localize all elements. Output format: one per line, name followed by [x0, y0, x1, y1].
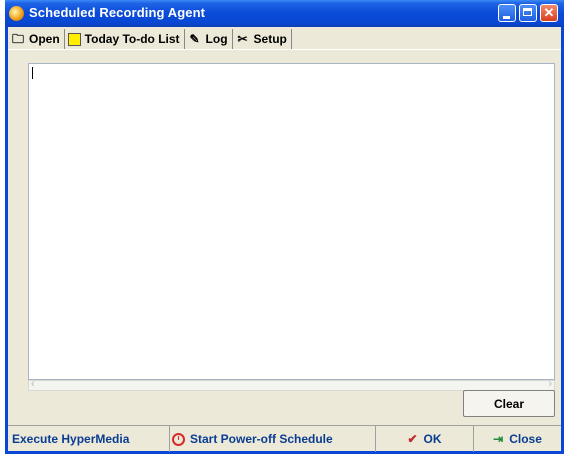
- tab-today-todo[interactable]: Today To-do List: [65, 29, 185, 49]
- log-textarea[interactable]: [28, 63, 555, 380]
- tools-icon: ✂: [237, 32, 248, 46]
- minimize-button[interactable]: [498, 4, 516, 22]
- power-off-label: Start Power-off Schedule: [190, 432, 333, 446]
- close-window-button[interactable]: ✕: [540, 4, 558, 22]
- app-icon: [9, 6, 24, 21]
- clock-icon: [172, 432, 185, 446]
- note-icon: [67, 32, 81, 46]
- tab-setup-label: Setup: [253, 32, 287, 46]
- title-bar[interactable]: Scheduled Recording Agent ✕: [5, 0, 564, 27]
- ok-button[interactable]: ✔ OK: [376, 426, 474, 452]
- exit-door-icon: ⇥: [493, 432, 504, 446]
- tab-open[interactable]: 🗀 Open: [8, 29, 65, 49]
- folder-icon: 🗀: [11, 32, 24, 46]
- tab-log-label: Log: [205, 32, 228, 46]
- tab-setup[interactable]: ✂ Setup: [233, 29, 292, 49]
- clear-button[interactable]: Clear: [463, 390, 555, 417]
- maximize-button[interactable]: [519, 4, 537, 22]
- close-button[interactable]: ⇥ Close: [474, 426, 561, 452]
- scroll-right-icon[interactable]: ›: [548, 378, 552, 390]
- bottom-toolbar: Execute HyperMedia Start Power-off Sched…: [8, 425, 561, 452]
- tab-log[interactable]: ✎ Log: [184, 29, 233, 49]
- log-icon: ✎: [189, 32, 200, 46]
- tab-open-label: Open: [29, 32, 60, 46]
- execute-hypermedia-label: Execute HyperMedia: [12, 432, 130, 446]
- text-caret: [32, 67, 33, 79]
- close-label: Close: [509, 432, 542, 446]
- check-icon: ✔: [407, 432, 418, 446]
- tab-divider: [8, 49, 561, 50]
- window-title: Scheduled Recording Agent: [29, 5, 206, 20]
- app-window: Scheduled Recording Agent ✕ 🗀 Open Today…: [5, 0, 564, 454]
- client-area: 🗀 Open Today To-do List ✎ Log ✂ Setup ‹ …: [8, 27, 561, 452]
- scroll-left-icon[interactable]: ‹: [31, 378, 35, 390]
- tab-strip: 🗀 Open Today To-do List ✎ Log ✂ Setup: [8, 29, 292, 49]
- ok-label: OK: [423, 432, 442, 446]
- start-power-off-schedule-button[interactable]: Start Power-off Schedule: [170, 426, 376, 452]
- tab-today-todo-label: Today To-do List: [84, 32, 180, 46]
- execute-hypermedia-button[interactable]: Execute HyperMedia: [8, 426, 170, 452]
